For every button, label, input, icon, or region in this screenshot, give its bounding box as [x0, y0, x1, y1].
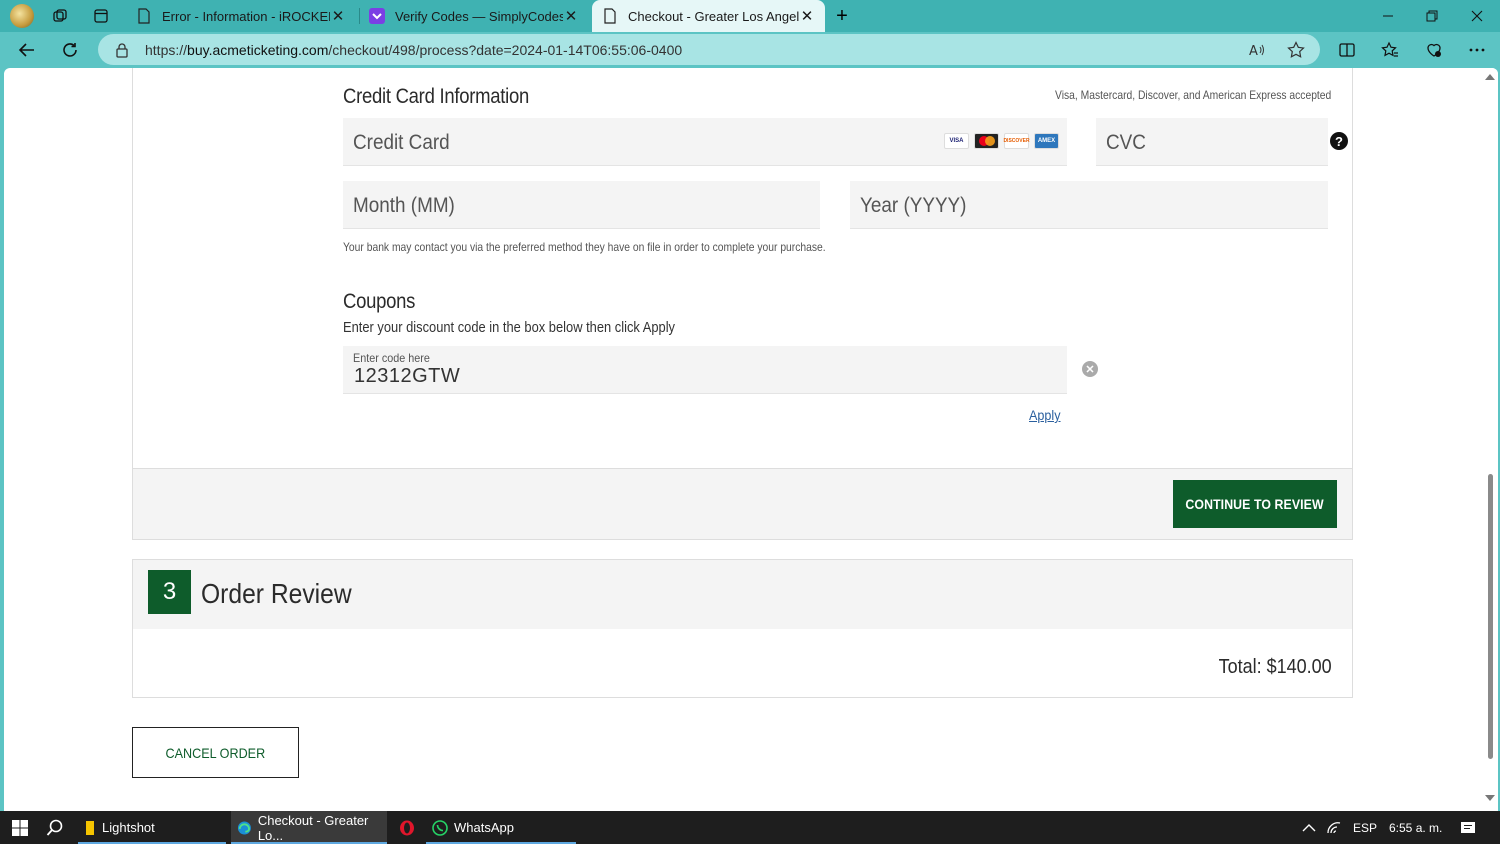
page-icon	[138, 8, 150, 24]
wifi-icon	[1327, 821, 1341, 833]
taskbar-lightshot[interactable]: Lightshot	[78, 811, 226, 844]
tab-irocker[interactable]: Error - Information - iROCKER US ✕	[126, 0, 356, 32]
clear-icon[interactable]: ✕	[1082, 361, 1098, 377]
order-review-header[interactable]: 3 Order Review	[132, 559, 1353, 630]
payment-footer: CONTINUE TO REVIEW	[132, 468, 1353, 540]
profile-avatar[interactable]	[10, 4, 34, 28]
page-scrollbar[interactable]	[1482, 68, 1498, 811]
coupon-instructions: Enter your discount code in the box belo…	[343, 319, 676, 336]
opera-icon	[400, 820, 414, 835]
taskbar-item-label: WhatsApp	[454, 820, 514, 835]
amex-icon: AMEX	[1034, 133, 1059, 149]
credit-card-heading: Credit Card Information	[343, 85, 529, 108]
taskbar-edge-checkout[interactable]: Checkout - Greater Lo...	[231, 811, 387, 844]
apply-coupon-link[interactable]: Apply	[1029, 407, 1061, 423]
scroll-down-arrow[interactable]	[1485, 795, 1495, 801]
close-icon[interactable]: ✕	[799, 7, 815, 25]
cvc-input[interactable]: CVC	[1096, 118, 1328, 166]
year-placeholder: Year (YYYY)	[860, 194, 967, 217]
close-icon[interactable]: ✕	[330, 7, 346, 25]
url-path: /checkout/498/process?date=2024-01-14T06…	[328, 42, 683, 58]
coupon-field-label: Enter code here	[353, 351, 430, 365]
notification-icon	[1461, 821, 1475, 833]
taskbar-item-label: Checkout - Greater Lo...	[257, 812, 369, 843]
browser-toolbar: https://buy.acmeticketing.com/checkout/4…	[0, 32, 1500, 68]
taskbar-whatsapp[interactable]: WhatsApp	[426, 811, 576, 844]
back-button[interactable]	[15, 38, 39, 62]
visa-icon: VISA	[944, 133, 969, 149]
favorite-star-icon[interactable]	[1286, 40, 1306, 60]
address-bar[interactable]: https://buy.acmeticketing.com/checkout/4…	[98, 34, 1320, 65]
continue-button-label: CONTINUE TO REVIEW	[1185, 496, 1325, 512]
search-icon	[46, 819, 63, 836]
close-window-button[interactable]	[1455, 0, 1499, 32]
page-icon	[604, 8, 616, 24]
read-aloud-icon[interactable]: A	[1247, 40, 1267, 60]
whatsapp-icon	[432, 819, 448, 836]
step-number-badge: 3	[148, 570, 191, 614]
cancel-order-button[interactable]: CANCEL ORDER	[132, 727, 299, 778]
tab-actions-icon[interactable]	[91, 6, 111, 26]
coupons-heading: Coupons	[343, 290, 416, 313]
tab-title: Error - Information - iROCKER US	[162, 8, 330, 24]
cvc-placeholder: CVC	[1106, 131, 1146, 154]
restore-button[interactable]	[1410, 0, 1454, 32]
more-options-icon[interactable]	[1465, 38, 1489, 62]
show-hidden-icons[interactable]	[1302, 811, 1316, 844]
windows-icon	[12, 819, 28, 836]
browser-tab-strip: Error - Information - iROCKER US ✕ Verif…	[0, 0, 1500, 32]
taskbar-opera[interactable]	[393, 811, 421, 844]
order-review-title: Order Review	[201, 578, 352, 609]
scrollbar-thumb[interactable]	[1488, 474, 1493, 759]
browser-essentials-icon[interactable]	[1422, 38, 1446, 62]
cancel-button-label: CANCEL ORDER	[165, 744, 266, 761]
minimize-button[interactable]	[1366, 0, 1410, 32]
year-input[interactable]: Year (YYYY)	[850, 181, 1328, 229]
search-button[interactable]	[40, 811, 66, 844]
tab-title: Checkout - Greater Los Angeles Zoo	[628, 8, 799, 24]
page-viewport: Credit Card Information Visa, Mastercard…	[4, 68, 1498, 811]
start-button[interactable]	[6, 811, 28, 844]
order-review-body: Total: $140.00	[132, 629, 1353, 698]
month-input[interactable]: Month (MM)	[343, 181, 820, 229]
favorites-icon[interactable]	[1378, 38, 1402, 62]
tab-checkout[interactable]: Checkout - Greater Los Angeles Zoo ✕	[592, 0, 825, 32]
tab-title: Verify Codes — SimplyCodes	[395, 8, 563, 24]
new-tab-button[interactable]: +	[832, 5, 852, 27]
credit-card-input[interactable]: Credit Card VISA DISCOVER AMEX	[343, 118, 1067, 166]
bank-contact-note: Your bank may contact you via the prefer…	[343, 240, 826, 254]
lock-icon[interactable]	[115, 42, 129, 58]
tab-simplycodes[interactable]: Verify Codes — SimplyCodes ✕	[359, 0, 589, 32]
card-logos: VISA DISCOVER AMEX	[944, 133, 1059, 149]
workspaces-icon[interactable]	[50, 6, 70, 26]
credit-card-placeholder: Credit Card	[353, 131, 450, 154]
split-screen-icon[interactable]	[1335, 38, 1359, 62]
mastercard-icon	[974, 133, 999, 149]
continue-to-review-button[interactable]: CONTINUE TO REVIEW	[1173, 480, 1337, 528]
close-icon[interactable]: ✕	[563, 7, 579, 25]
language-indicator[interactable]: ESP	[1353, 811, 1377, 844]
lightshot-icon	[86, 820, 94, 835]
simplycodes-icon	[369, 8, 385, 24]
svg-text:A: A	[1249, 44, 1258, 58]
accepted-cards-note: Visa, Mastercard, Discover, and American…	[1055, 88, 1332, 102]
month-placeholder: Month (MM)	[353, 194, 455, 217]
windows-taskbar: Lightshot Checkout - Greater Lo... Whats…	[0, 811, 1500, 844]
help-icon[interactable]: ?	[1330, 132, 1348, 150]
notifications-button[interactable]	[1460, 811, 1476, 844]
coupon-field-value: 12312GTW	[354, 365, 461, 387]
discover-icon: DISCOVER	[1003, 133, 1030, 149]
order-total: Total: $140.00	[1218, 656, 1332, 678]
edge-icon	[237, 821, 251, 834]
url-text[interactable]: https://buy.acmeticketing.com/checkout/4…	[145, 42, 682, 58]
url-domain: buy.acmeticketing.com	[187, 42, 329, 58]
chevron-up-icon	[1302, 823, 1316, 831]
refresh-button[interactable]	[58, 38, 82, 62]
taskbar-item-label: Lightshot	[102, 820, 155, 835]
clock[interactable]: 6:55 a. m.	[1389, 811, 1442, 844]
wifi-status[interactable]	[1326, 811, 1342, 844]
url-scheme: https://	[145, 42, 188, 58]
scroll-up-arrow[interactable]	[1485, 74, 1495, 80]
coupon-code-input[interactable]: Enter code here 12312GTW	[343, 346, 1067, 394]
